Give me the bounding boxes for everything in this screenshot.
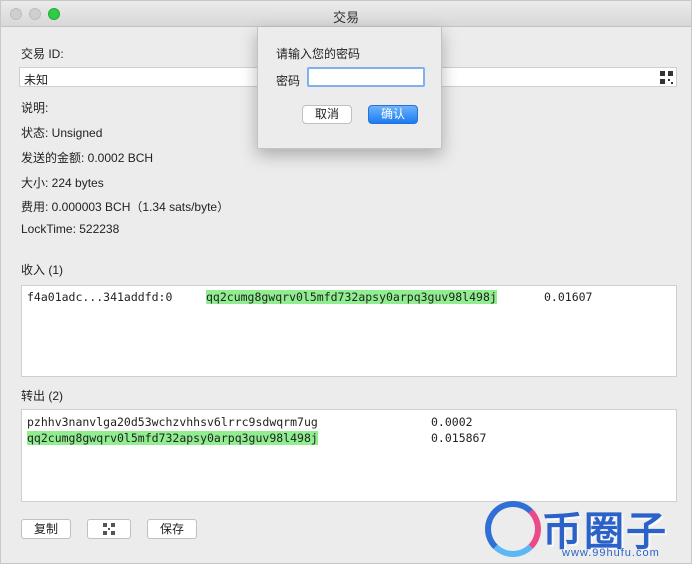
output-address: pzhhv3nanvlga20d53wchzvhhsv6lrrc9sdwqrm7…: [27, 415, 318, 429]
confirm-button[interactable]: 确认: [368, 105, 418, 124]
inputs-label: 收入 (1): [21, 263, 64, 277]
status-text: 状态: Unsigned: [21, 126, 103, 140]
fee-text: 费用: 0.000003 BCH（1.34 sats/byte）: [21, 200, 230, 214]
input-prevout: f4a01adc...341addfd:0: [27, 290, 173, 304]
output-address: qq2cumg8gwqrv0l5mfd732apsy0arpq3guv98l49…: [27, 431, 318, 445]
show-qrcode-button[interactable]: [87, 519, 131, 539]
watermark-url: www.99hufu.com: [562, 547, 660, 559]
transaction-window: 交易 交易 ID: 未知 说明: 状态: Unsigned 发送的金额: 0.0…: [0, 0, 692, 564]
password-prompt: 请输入您的密码: [276, 47, 361, 61]
output-amount: 0.015867: [431, 431, 487, 445]
copy-button[interactable]: 复制: [21, 519, 71, 539]
description-label: 说明:: [21, 101, 49, 115]
watermark-logo-icon: [485, 501, 541, 557]
amount-sent-text: 发送的金额: 0.0002 BCH: [21, 151, 154, 165]
password-dialog: 请输入您的密码 密码 取消 确认: [257, 27, 442, 149]
cancel-button[interactable]: 取消: [302, 105, 352, 124]
qrcode-icon[interactable]: [660, 71, 673, 84]
list-item[interactable]: pzhhv3nanvlga20d53wchzvhhsv6lrrc9sdwqrm7…: [22, 415, 676, 431]
password-input[interactable]: [307, 67, 425, 87]
input-address: qq2cumg8gwqrv0l5mfd732apsy0arpq3guv98l49…: [206, 290, 497, 304]
locktime-text: LockTime: 522238: [21, 222, 120, 236]
list-item[interactable]: qq2cumg8gwqrv0l5mfd732apsy0arpq3guv98l49…: [22, 431, 676, 447]
qrcode-icon: [103, 522, 115, 535]
password-label: 密码: [276, 74, 301, 88]
output-amount: 0.0002: [431, 415, 473, 429]
watermark-logo: 币圈子 www.99hufu.com: [480, 497, 692, 564]
title-bar: 交易: [1, 1, 691, 27]
input-amount: 0.01607: [544, 290, 593, 304]
outputs-label: 转出 (2): [21, 389, 64, 403]
txid-label: 交易 ID:: [21, 47, 64, 61]
inputs-list[interactable]: f4a01adc...341addfd:0 qq2cumg8gwqrv0l5mf…: [21, 285, 677, 377]
save-button[interactable]: 保存: [147, 519, 197, 539]
window-title: 交易: [332, 10, 359, 25]
txid-value: 未知: [24, 73, 49, 87]
list-item[interactable]: f4a01adc...341addfd:0 qq2cumg8gwqrv0l5mf…: [22, 290, 676, 306]
outputs-list[interactable]: pzhhv3nanvlga20d53wchzvhhsv6lrrc9sdwqrm7…: [21, 409, 677, 502]
size-text: 大小: 224 bytes: [21, 176, 104, 190]
